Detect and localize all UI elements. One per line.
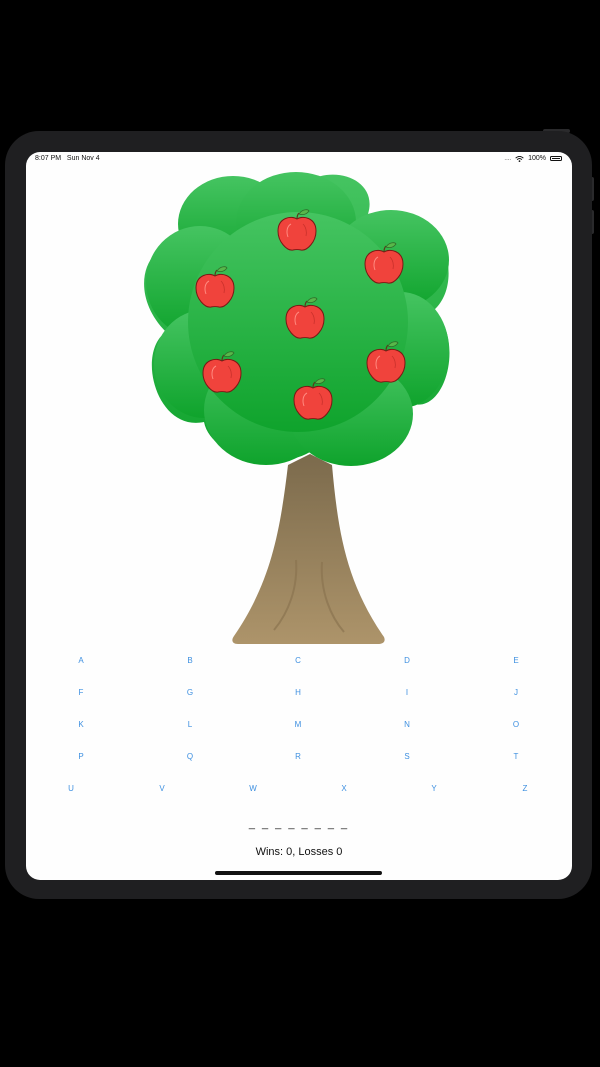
letter-button-b[interactable]: B bbox=[175, 651, 205, 671]
letter-button-k[interactable]: K bbox=[66, 715, 96, 735]
letter-button-i[interactable]: I bbox=[392, 683, 422, 703]
letter-button-o[interactable]: O bbox=[501, 715, 531, 735]
letter-button-a[interactable]: A bbox=[66, 651, 96, 671]
letter-button-g[interactable]: G bbox=[175, 683, 205, 703]
letter-button-w[interactable]: W bbox=[238, 779, 268, 799]
letter-button-s[interactable]: S bbox=[392, 747, 422, 767]
letter-button-y[interactable]: Y bbox=[419, 779, 449, 799]
letter-button-p[interactable]: P bbox=[66, 747, 96, 767]
letter-button-x[interactable]: X bbox=[329, 779, 359, 799]
letter-button-q[interactable]: Q bbox=[175, 747, 205, 767]
letter-button-m[interactable]: M bbox=[283, 715, 313, 735]
letter-button-e[interactable]: E bbox=[501, 651, 531, 671]
home-indicator bbox=[215, 871, 382, 875]
letter-button-l[interactable]: L bbox=[175, 715, 205, 735]
letter-button-z[interactable]: Z bbox=[510, 779, 540, 799]
letter-button-j[interactable]: J bbox=[501, 683, 531, 703]
letter-button-d[interactable]: D bbox=[392, 651, 422, 671]
letter-button-t[interactable]: T bbox=[501, 747, 531, 767]
letter-button-n[interactable]: N bbox=[392, 715, 422, 735]
letter-keyboard: A B C D E F G H I J K L M N O P Q R S T … bbox=[26, 152, 572, 880]
word-display: _ _ _ _ _ _ _ _ bbox=[248, 818, 350, 830]
letter-button-v[interactable]: V bbox=[147, 779, 177, 799]
score-label: Wins: 0, Losses 0 bbox=[255, 846, 343, 858]
letter-button-u[interactable]: U bbox=[56, 779, 86, 799]
letter-button-r[interactable]: R bbox=[283, 747, 313, 767]
letter-button-h[interactable]: H bbox=[283, 683, 313, 703]
letter-button-c[interactable]: C bbox=[283, 651, 313, 671]
app-screen: 8:07 PM Sun Nov 4 .... 100% A B C D E F … bbox=[26, 152, 572, 880]
letter-button-f[interactable]: F bbox=[66, 683, 96, 703]
